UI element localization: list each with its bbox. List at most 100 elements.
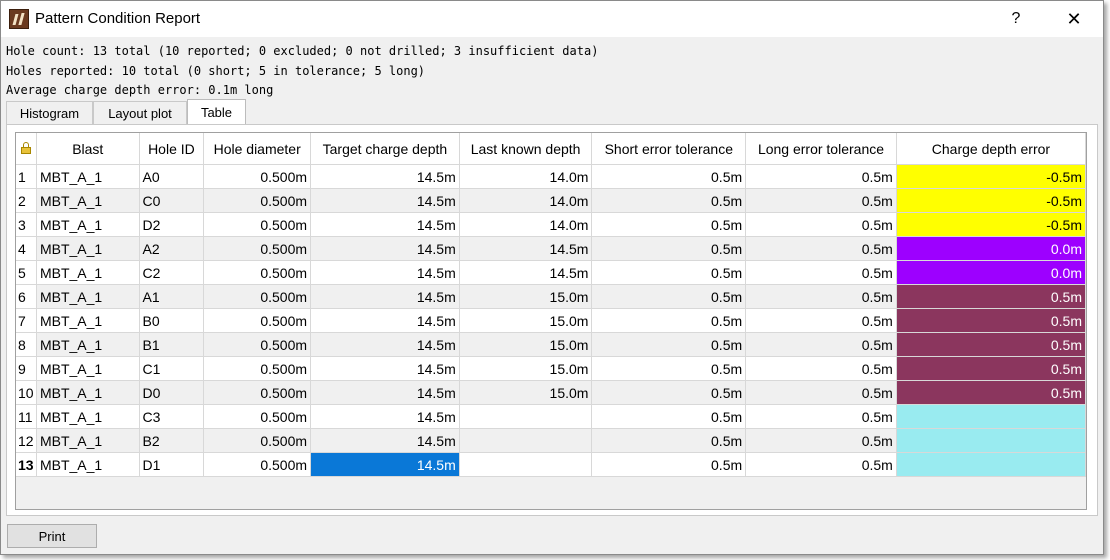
table-row[interactable]: 5 MBT_A_1 C2 0.500m 14.5m 14.5m 0.5m 0.5m 0.0m [16, 260, 1086, 285]
cell-hole-id[interactable]: D2 [139, 212, 205, 237]
cell-long-error-tolerance[interactable]: 0.5m [745, 308, 897, 333]
cell-blast[interactable]: MBT_A_1 [36, 212, 140, 237]
cell-last-known-depth[interactable]: 14.5m [459, 260, 593, 285]
cell-target-charge-depth[interactable]: 14.5m [310, 452, 460, 477]
cell-last-known-depth[interactable]: 15.0m [459, 380, 593, 405]
cell-blast[interactable]: MBT_A_1 [36, 332, 140, 357]
cell-short-error-tolerance[interactable]: 0.5m [591, 428, 747, 453]
cell-short-error-tolerance[interactable]: 0.5m [591, 404, 747, 429]
table-row[interactable]: 10 MBT_A_1 D0 0.500m 14.5m 15.0m 0.5m 0.5m 0.5m [16, 380, 1086, 405]
cell-hole-id[interactable]: A2 [139, 236, 205, 261]
cell-blast[interactable]: MBT_A_1 [36, 164, 140, 189]
cell-last-known-depth[interactable]: 14.0m [459, 212, 593, 237]
row-number[interactable]: 13 [16, 452, 37, 477]
cell-short-error-tolerance[interactable]: 0.5m [591, 212, 747, 237]
cell-short-error-tolerance[interactable]: 0.5m [591, 188, 747, 213]
cell-hole-id[interactable]: C2 [139, 260, 205, 285]
cell-last-known-depth[interactable]: 15.0m [459, 332, 593, 357]
table-row[interactable]: 8 MBT_A_1 B1 0.500m 14.5m 15.0m 0.5m 0.5m 0.5m [16, 332, 1086, 357]
cell-last-known-depth[interactable]: 14.0m [459, 164, 593, 189]
cell-charge-depth-error[interactable] [896, 452, 1086, 477]
cell-last-known-depth[interactable] [459, 452, 593, 477]
tab-layout-plot[interactable]: Layout plot [93, 101, 187, 124]
cell-blast[interactable]: MBT_A_1 [36, 404, 140, 429]
table-row[interactable]: 11 MBT_A_1 C3 0.500m 14.5m 0.5m 0.5m [16, 404, 1086, 429]
cell-short-error-tolerance[interactable]: 0.5m [591, 260, 747, 285]
cell-hole-id[interactable]: A1 [139, 284, 205, 309]
table-row[interactable]: 4 MBT_A_1 A2 0.500m 14.5m 14.5m 0.5m 0.5m 0.0m [16, 236, 1086, 261]
row-number[interactable]: 10 [16, 380, 37, 405]
cell-charge-depth-error[interactable] [896, 404, 1086, 429]
cell-last-known-depth[interactable]: 15.0m [459, 356, 593, 381]
cell-long-error-tolerance[interactable]: 0.5m [745, 404, 897, 429]
cell-hole-diameter[interactable]: 0.500m [203, 284, 312, 309]
cell-blast[interactable]: MBT_A_1 [36, 188, 140, 213]
cell-short-error-tolerance[interactable]: 0.5m [591, 284, 747, 309]
row-number[interactable]: 3 [16, 212, 37, 237]
cell-target-charge-depth[interactable]: 14.5m [310, 380, 460, 405]
column-header-long-error-tolerance[interactable]: Long error tolerance [745, 133, 897, 165]
cell-hole-diameter[interactable]: 0.500m [203, 356, 312, 381]
cell-short-error-tolerance[interactable]: 0.5m [591, 380, 747, 405]
cell-long-error-tolerance[interactable]: 0.5m [745, 284, 897, 309]
cell-target-charge-depth[interactable]: 14.5m [310, 212, 460, 237]
cell-blast[interactable]: MBT_A_1 [36, 452, 140, 477]
column-header-hole-id[interactable]: Hole ID [139, 133, 205, 165]
cell-hole-id[interactable]: A0 [139, 164, 205, 189]
cell-charge-depth-error[interactable] [896, 428, 1086, 453]
cell-last-known-depth[interactable]: 14.0m [459, 188, 593, 213]
cell-charge-depth-error[interactable]: -0.5m [896, 188, 1086, 213]
cell-last-known-depth[interactable] [459, 428, 593, 453]
row-number[interactable]: 7 [16, 308, 37, 333]
cell-short-error-tolerance[interactable]: 0.5m [591, 332, 747, 357]
cell-target-charge-depth[interactable]: 14.5m [310, 308, 460, 333]
cell-target-charge-depth[interactable]: 14.5m [310, 428, 460, 453]
corner-lock-header[interactable] [16, 133, 37, 165]
cell-target-charge-depth[interactable]: 14.5m [310, 284, 460, 309]
table-row[interactable]: 3 MBT_A_1 D2 0.500m 14.5m 14.0m 0.5m 0.5m -0.5m [16, 212, 1086, 237]
cell-short-error-tolerance[interactable]: 0.5m [591, 308, 747, 333]
cell-long-error-tolerance[interactable]: 0.5m [745, 452, 897, 477]
cell-last-known-depth[interactable]: 15.0m [459, 308, 593, 333]
cell-target-charge-depth[interactable]: 14.5m [310, 188, 460, 213]
cell-target-charge-depth[interactable]: 14.5m [310, 356, 460, 381]
cell-long-error-tolerance[interactable]: 0.5m [745, 212, 897, 237]
table-row[interactable]: 7 MBT_A_1 B0 0.500m 14.5m 15.0m 0.5m 0.5m 0.5m [16, 308, 1086, 333]
cell-hole-id[interactable]: C0 [139, 188, 205, 213]
cell-charge-depth-error[interactable]: 0.0m [896, 236, 1086, 261]
cell-charge-depth-error[interactable]: 0.5m [896, 356, 1086, 381]
column-header-short-error-tolerance[interactable]: Short error tolerance [591, 133, 747, 165]
cell-hole-diameter[interactable]: 0.500m [203, 260, 312, 285]
column-header-blast[interactable]: Blast [36, 133, 140, 165]
cell-long-error-tolerance[interactable]: 0.5m [745, 332, 897, 357]
cell-charge-depth-error[interactable]: 0.0m [896, 260, 1086, 285]
cell-target-charge-depth[interactable]: 14.5m [310, 164, 460, 189]
title-bar[interactable]: Pattern Condition Report ? ✕ [1, 1, 1103, 37]
table-row[interactable]: 6 MBT_A_1 A1 0.500m 14.5m 15.0m 0.5m 0.5m 0.5m [16, 284, 1086, 309]
cell-hole-diameter[interactable]: 0.500m [203, 428, 312, 453]
cell-short-error-tolerance[interactable]: 0.5m [591, 236, 747, 261]
cell-charge-depth-error[interactable]: 0.5m [896, 308, 1086, 333]
cell-long-error-tolerance[interactable]: 0.5m [745, 260, 897, 285]
cell-short-error-tolerance[interactable]: 0.5m [591, 452, 747, 477]
table-row[interactable]: 2 MBT_A_1 C0 0.500m 14.5m 14.0m 0.5m 0.5m -0.5m [16, 188, 1086, 213]
cell-long-error-tolerance[interactable]: 0.5m [745, 188, 897, 213]
row-number[interactable]: 6 [16, 284, 37, 309]
cell-hole-diameter[interactable]: 0.500m [203, 164, 312, 189]
print-button[interactable]: Print [7, 524, 97, 548]
cell-blast[interactable]: MBT_A_1 [36, 260, 140, 285]
cell-hole-id[interactable]: B2 [139, 428, 205, 453]
table-row[interactable]: 9 MBT_A_1 C1 0.500m 14.5m 15.0m 0.5m 0.5m 0.5m [16, 356, 1086, 381]
cell-long-error-tolerance[interactable]: 0.5m [745, 236, 897, 261]
cell-hole-id[interactable]: B0 [139, 308, 205, 333]
help-button[interactable]: ? [1001, 5, 1031, 33]
cell-short-error-tolerance[interactable]: 0.5m [591, 164, 747, 189]
cell-charge-depth-error[interactable]: 0.5m [896, 284, 1086, 309]
cell-long-error-tolerance[interactable]: 0.5m [745, 164, 897, 189]
row-number[interactable]: 5 [16, 260, 37, 285]
cell-hole-id[interactable]: D0 [139, 380, 205, 405]
cell-last-known-depth[interactable] [459, 404, 593, 429]
table-row[interactable]: 12 MBT_A_1 B2 0.500m 14.5m 0.5m 0.5m [16, 428, 1086, 453]
cell-last-known-depth[interactable]: 14.5m [459, 236, 593, 261]
cell-target-charge-depth[interactable]: 14.5m [310, 332, 460, 357]
